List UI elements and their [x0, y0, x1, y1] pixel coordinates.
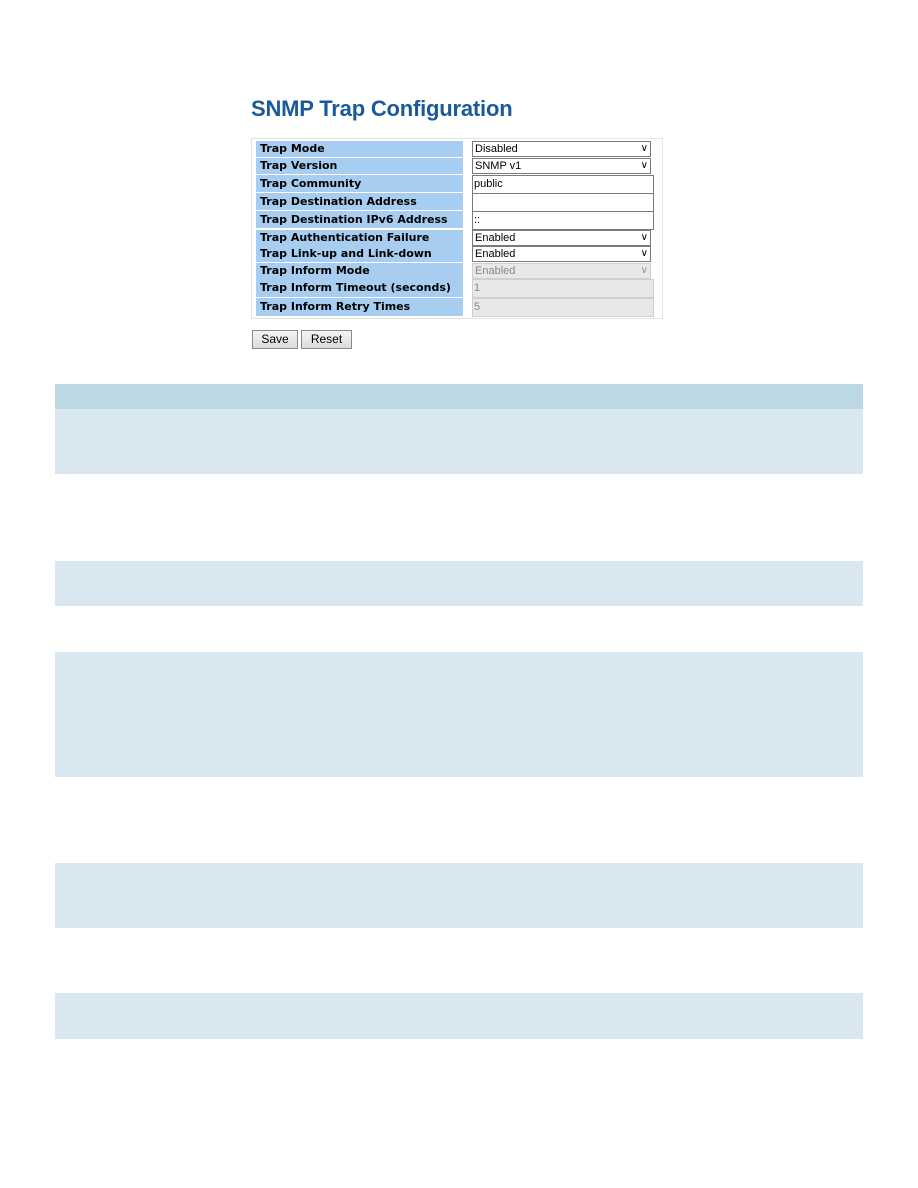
- table-row: [55, 928, 863, 993]
- reset-button[interactable]: Reset: [301, 330, 352, 349]
- trap-config-table: Trap Mode Disabled ∨ Trap Version SNMP v1…: [251, 138, 663, 319]
- trap-community-input[interactable]: public: [472, 175, 654, 194]
- trap-inform-mode-value: Enabled: [475, 265, 516, 277]
- chevron-down-icon: ∨: [640, 160, 648, 171]
- save-button[interactable]: Save: [252, 330, 298, 349]
- table-row: [55, 606, 863, 652]
- trap-auth-failure-select[interactable]: Enabled ∨: [472, 230, 651, 246]
- trap-version-value: SNMP v1: [475, 160, 522, 172]
- trap-auth-failure-value: Enabled: [475, 232, 516, 244]
- trap-inform-retry-label: Trap Inform Retry Times: [256, 298, 463, 316]
- trap-inform-retry-input: 5: [472, 298, 654, 317]
- trap-version-label: Trap Version: [256, 158, 463, 174]
- table-row: [55, 652, 863, 777]
- trap-destination-address-input[interactable]: [472, 193, 654, 212]
- trap-link-updown-select[interactable]: Enabled ∨: [472, 246, 651, 262]
- trap-inform-timeout-input: 1: [472, 279, 654, 298]
- chevron-down-icon: ∨: [640, 232, 648, 243]
- table-row: [55, 993, 863, 1039]
- table-row: [55, 409, 863, 474]
- table-row: [55, 777, 863, 863]
- table-row: [55, 561, 863, 606]
- page-title: SNMP Trap Configuration: [251, 96, 513, 121]
- chevron-down-icon: ∨: [640, 265, 648, 276]
- trap-link-updown-value: Enabled: [475, 248, 516, 260]
- trap-link-updown-label: Trap Link-up and Link-down: [256, 246, 463, 262]
- chevron-down-icon: ∨: [640, 143, 648, 154]
- description-table-header: [55, 384, 863, 409]
- trap-version-select[interactable]: SNMP v1 ∨: [472, 158, 651, 174]
- trap-auth-failure-label: Trap Authentication Failure: [256, 230, 463, 246]
- trap-inform-mode-select: Enabled ∨: [472, 263, 651, 279]
- trap-community-label: Trap Community: [256, 175, 463, 192]
- trap-inform-mode-label: Trap Inform Mode: [256, 263, 463, 279]
- chevron-down-icon: ∨: [640, 248, 648, 259]
- table-row: [55, 474, 863, 561]
- table-row: [55, 863, 863, 928]
- trap-mode-select[interactable]: Disabled ∨: [472, 141, 651, 157]
- trap-mode-value: Disabled: [475, 143, 518, 155]
- trap-inform-timeout-label: Trap Inform Timeout (seconds): [256, 279, 463, 297]
- trap-destination-ipv6-input[interactable]: ::: [472, 211, 654, 230]
- trap-destination-address-label: Trap Destination Address: [256, 193, 463, 210]
- trap-mode-label: Trap Mode: [256, 141, 463, 157]
- trap-destination-ipv6-label: Trap Destination IPv6 Address: [256, 211, 463, 228]
